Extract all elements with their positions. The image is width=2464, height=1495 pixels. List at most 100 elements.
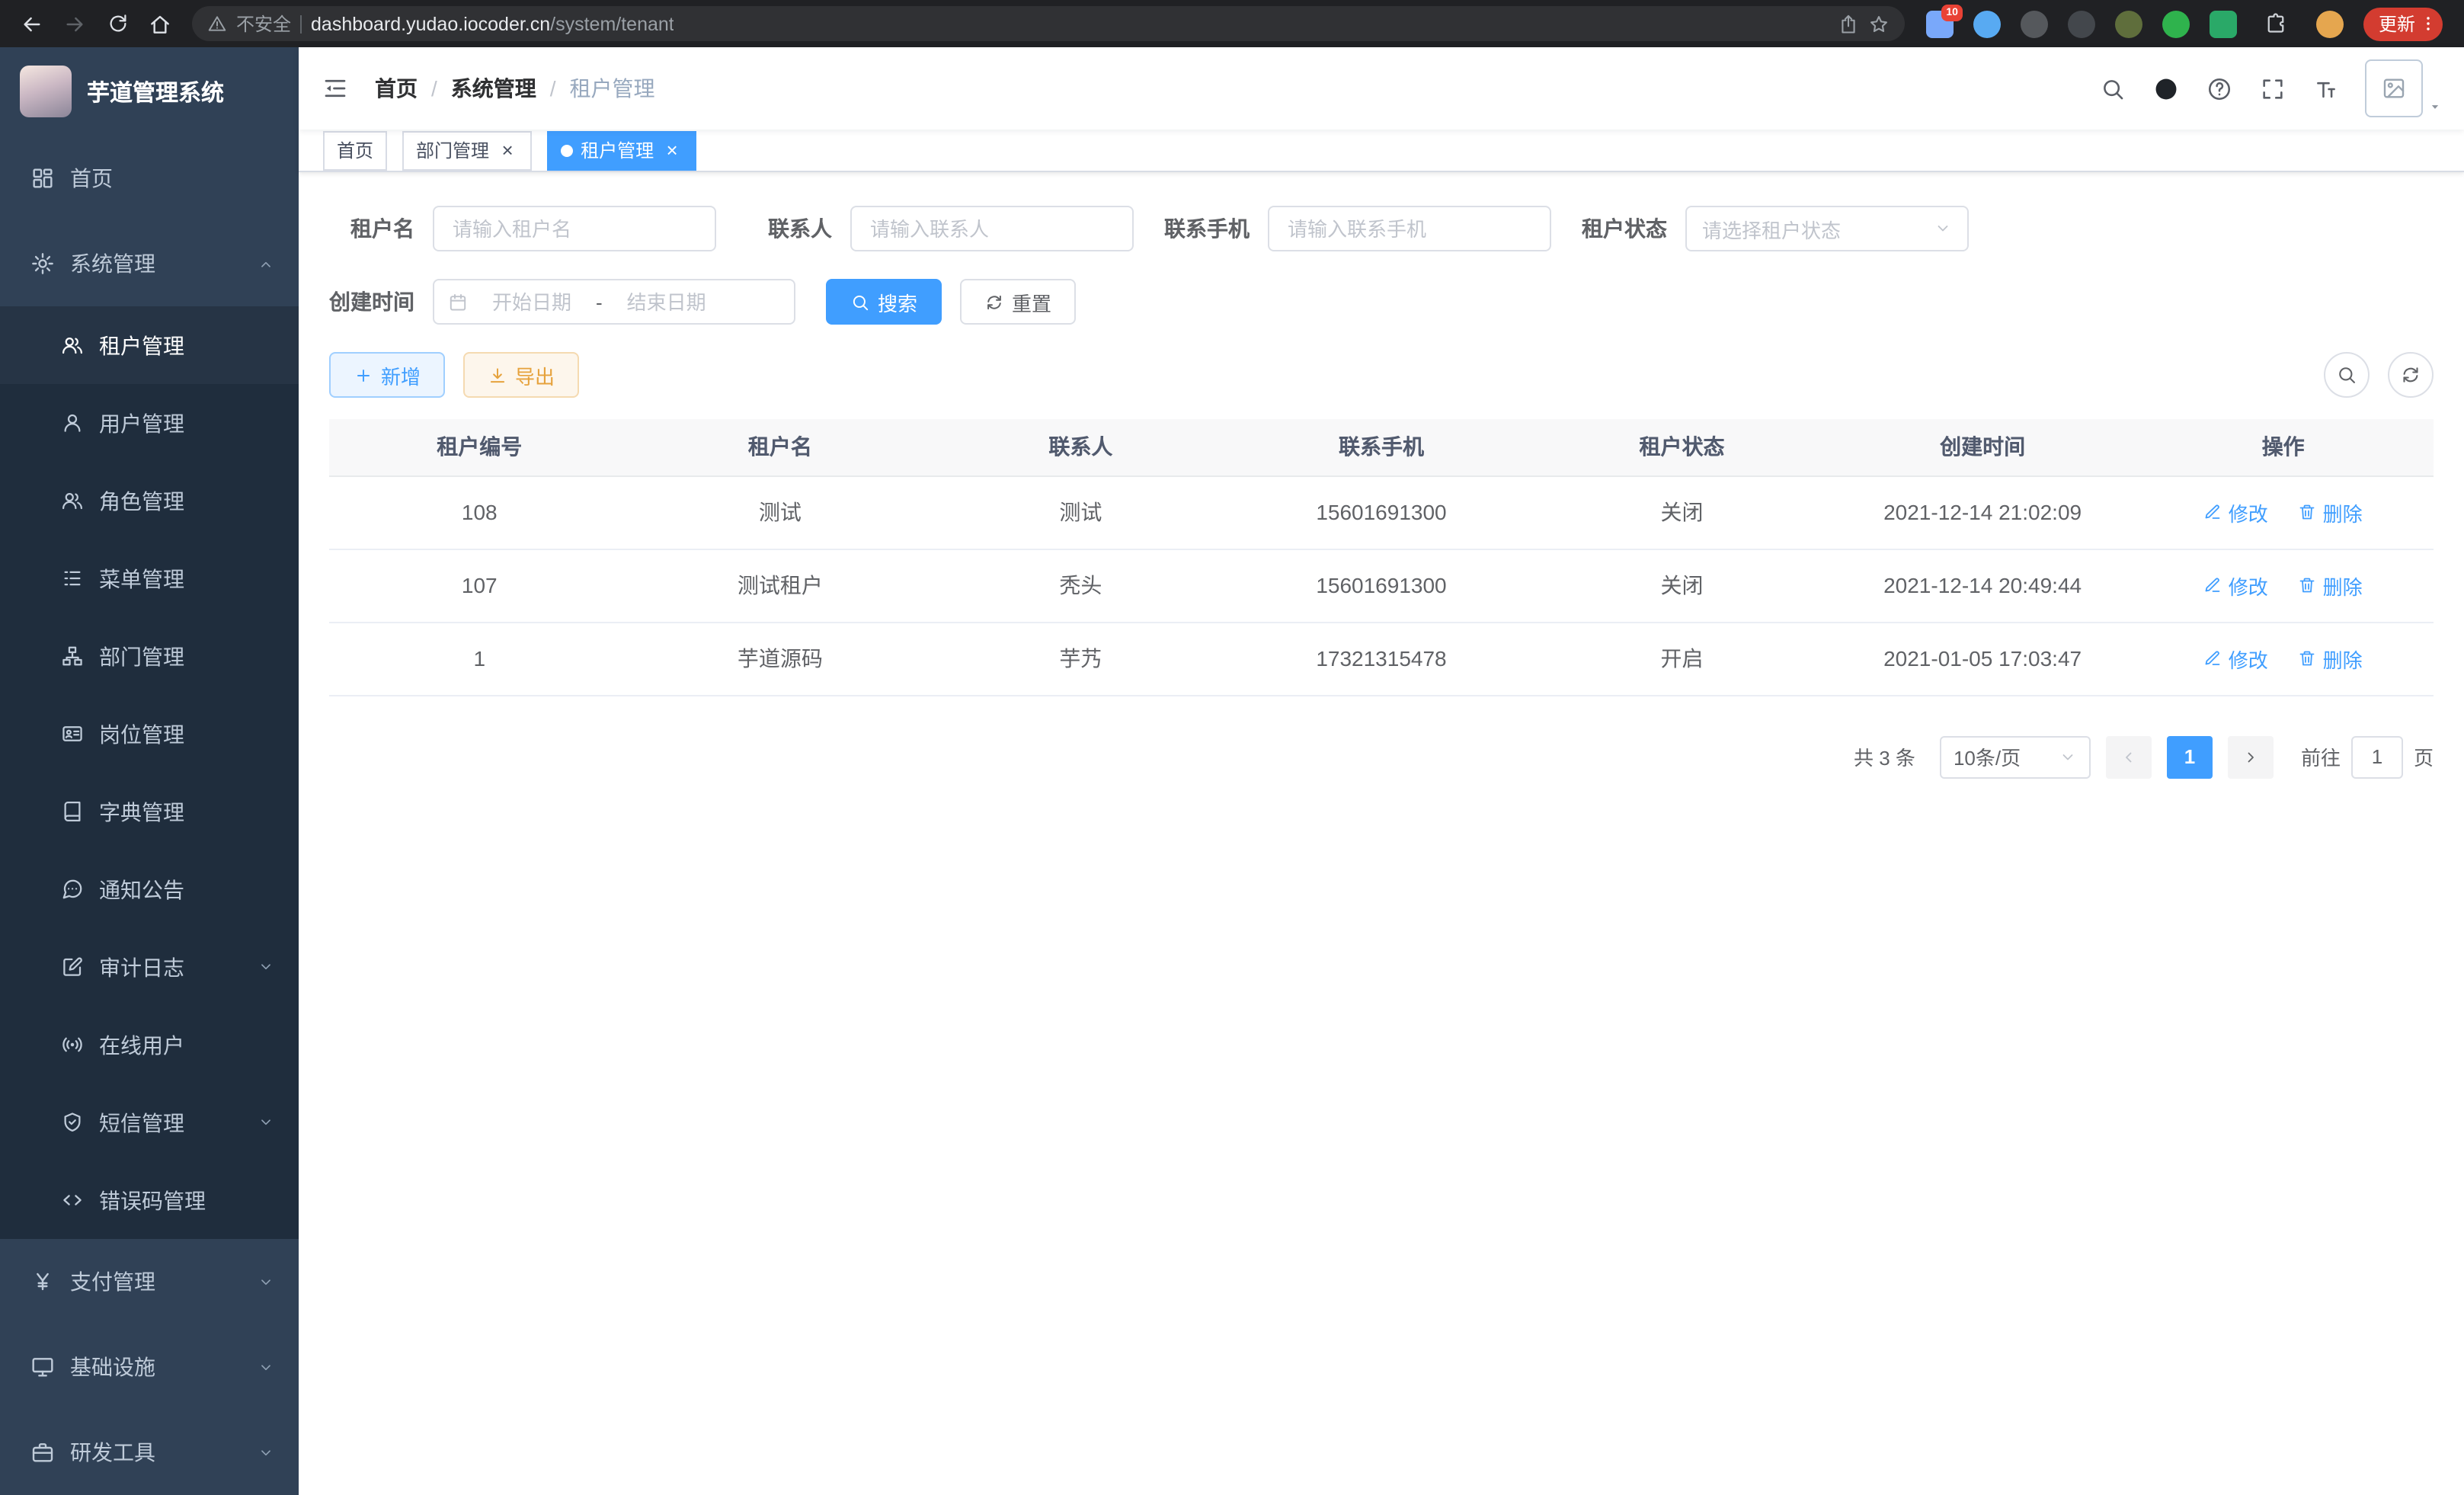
reset-button[interactable]: 重置 (960, 279, 1076, 325)
dashboard-icon (30, 166, 55, 190)
add-button[interactable]: 新增 (329, 352, 445, 398)
tenant-table: 租户编号 租户名 联系人 联系手机 租户状态 创建时间 操作 108 测试 (329, 419, 2434, 696)
table-toolbar: 新增 导出 (329, 352, 2434, 398)
toggle-search-button[interactable] (2324, 352, 2370, 398)
extensions-puzzle-icon[interactable] (2257, 4, 2296, 43)
breadcrumb-current: 租户管理 (570, 73, 655, 104)
close-icon[interactable]: × (497, 139, 518, 161)
browser-update-button[interactable]: 更新 (2363, 7, 2443, 40)
page-size-select[interactable]: 10条/页 (1940, 735, 2091, 778)
user-avatar[interactable] (2365, 59, 2423, 117)
screen: 不安全 dashboard.yudao.iocoder.cn/system/te… (0, 0, 2464, 1495)
page-number-button[interactable]: 1 (2167, 735, 2213, 778)
phone-input[interactable] (1268, 206, 1551, 251)
cell-status: 开启 (1531, 622, 1832, 695)
sidebar-item-dept[interactable]: 部门管理 (0, 617, 299, 695)
extension-icon[interactable] (2021, 10, 2048, 37)
cell-actions: 修改 删除 (2133, 549, 2434, 622)
extension-icon[interactable]: 10 (1926, 10, 1954, 37)
sidebar-item-error-code[interactable]: 错误码管理 (0, 1161, 299, 1239)
close-icon[interactable]: × (661, 139, 683, 161)
share-icon[interactable] (1838, 13, 1859, 34)
sidebar-item-home[interactable]: 首页 (0, 136, 299, 221)
security-label[interactable]: 不安全 (236, 11, 291, 37)
sidebar-item-sms[interactable]: 短信管理 (0, 1084, 299, 1161)
bookmark-star-icon[interactable] (1868, 13, 1890, 34)
edit-link[interactable]: 修改 (2204, 498, 2268, 527)
search-button[interactable]: 搜索 (826, 279, 942, 325)
cell-phone: 15601691300 (1231, 549, 1532, 622)
sidebar-item-tenant[interactable]: 租户管理 (0, 306, 299, 384)
delete-link[interactable]: 删除 (2299, 644, 2363, 673)
edit-link[interactable]: 修改 (2204, 644, 2268, 673)
browser-reload-button[interactable] (98, 4, 137, 43)
end-date-input[interactable] (609, 290, 725, 313)
date-range-separator: - (596, 290, 603, 313)
start-date-input[interactable] (474, 290, 590, 313)
page-url: dashboard.yudao.iocoder.cn/system/tenant (311, 13, 674, 34)
sidebar-item-online-user[interactable]: 在线用户 (0, 1006, 299, 1084)
forward-arrow-icon (62, 11, 87, 36)
browser-forward-button[interactable] (55, 4, 94, 43)
browser-home-button[interactable] (140, 4, 180, 43)
header-search-button[interactable] (2086, 47, 2139, 130)
browser-back-button[interactable] (12, 4, 52, 43)
user-avatar-menu[interactable] (2365, 59, 2443, 117)
delete-link[interactable]: 删除 (2299, 498, 2363, 527)
sidebar-item-infra[interactable]: 基础设施 (0, 1324, 299, 1410)
breadcrumb-home[interactable]: 首页 (375, 73, 418, 104)
column-header-created: 创建时间 (1832, 419, 2133, 475)
contact-input[interactable] (850, 206, 1134, 251)
fullscreen-button[interactable] (2246, 47, 2299, 130)
breadcrumb-system[interactable]: 系统管理 (451, 73, 536, 104)
sidebar-item-menu[interactable]: 菜单管理 (0, 539, 299, 617)
chevron-right-icon (2242, 748, 2260, 766)
create-time-label: 创建时间 (329, 287, 433, 317)
sidebar-item-dict[interactable]: 字典管理 (0, 773, 299, 850)
tab-home[interactable]: 首页 (323, 130, 387, 170)
column-header-status: 租户状态 (1531, 419, 1832, 475)
prev-page-button[interactable] (2106, 735, 2152, 778)
extension-icon[interactable] (2210, 10, 2237, 37)
sidebar-item-user[interactable]: 用户管理 (0, 384, 299, 462)
sidebar-toggle-button[interactable] (299, 47, 372, 130)
github-button[interactable] (2139, 47, 2193, 130)
gear-icon (30, 251, 55, 276)
sidebar-item-payment[interactable]: 支付管理 (0, 1239, 299, 1324)
extension-icon[interactable] (2115, 10, 2142, 37)
font-size-button[interactable] (2299, 47, 2353, 130)
status-label: 租户状态 (1582, 213, 1685, 244)
sidebar-item-post[interactable]: 岗位管理 (0, 695, 299, 773)
tab-dept-management[interactable]: 部门管理× (402, 130, 532, 170)
delete-link[interactable]: 删除 (2299, 571, 2363, 600)
book-icon (61, 800, 84, 823)
create-time-range-picker[interactable]: - (433, 279, 795, 325)
sidebar-item-audit-log[interactable]: 审计日志 (0, 928, 299, 1006)
tab-tenant-management[interactable]: 租户管理× (547, 130, 696, 170)
goto-page-input[interactable] (2351, 735, 2403, 778)
address-bar[interactable]: 不安全 dashboard.yudao.iocoder.cn/system/te… (192, 6, 1905, 41)
help-button[interactable] (2193, 47, 2246, 130)
sidebar-item-dev-tools[interactable]: 研发工具 (0, 1410, 299, 1495)
sidebar-item-role[interactable]: 角色管理 (0, 462, 299, 539)
column-header-name: 租户名 (630, 419, 931, 475)
export-button[interactable]: 导出 (463, 352, 579, 398)
back-arrow-icon (20, 11, 44, 36)
profile-avatar[interactable] (2316, 10, 2344, 37)
next-page-button[interactable] (2228, 735, 2274, 778)
refresh-table-button[interactable] (2388, 352, 2434, 398)
role-users-icon (61, 489, 84, 512)
hamburger-fold-icon (322, 75, 349, 102)
tenant-status-select[interactable]: 请选择租户状态 (1685, 206, 1969, 251)
sidebar-item-notice[interactable]: 通知公告 (0, 850, 299, 928)
extension-icon[interactable] (1973, 10, 2001, 37)
sidebar-item-system[interactable]: 系统管理 (0, 221, 299, 306)
extension-icon[interactable] (2068, 10, 2095, 37)
tenant-name-input[interactable] (433, 206, 716, 251)
extension-badge: 10 (1941, 4, 1963, 21)
app-logo-row[interactable]: 芋道管理系统 (0, 47, 299, 136)
breadcrumb-separator: / (550, 76, 556, 101)
extension-icon[interactable] (2162, 10, 2190, 37)
page-content: 租户名 联系人 联系手机 租户状态 请选择租户状态 (299, 172, 2464, 1495)
edit-link[interactable]: 修改 (2204, 571, 2268, 600)
